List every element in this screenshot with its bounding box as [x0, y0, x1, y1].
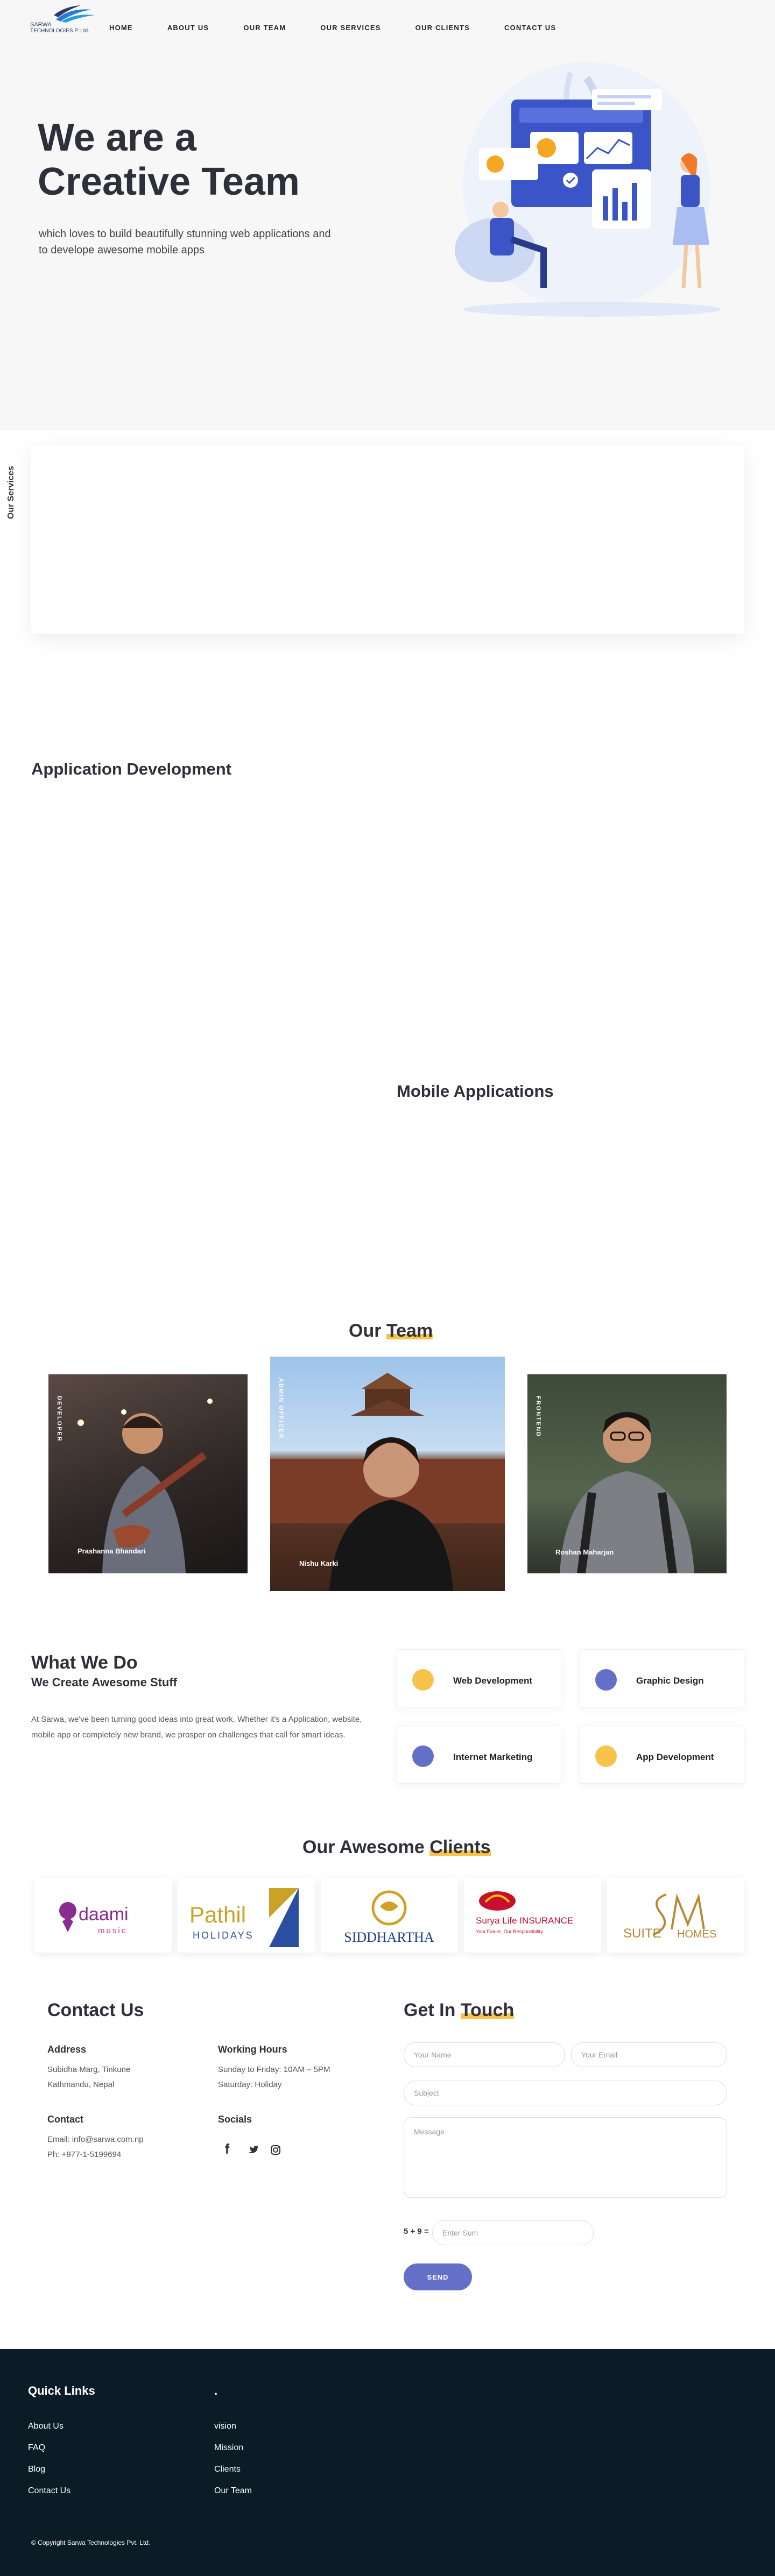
- services-vertical-label: Our Services: [6, 466, 16, 519]
- member-role: DEVELOPER: [56, 1396, 62, 1442]
- client-logo-pathil[interactable]: Pathil HOLIDAYS: [178, 1878, 315, 1953]
- pathil-sub: HOLIDAYS: [193, 1930, 254, 1941]
- get-in-touch-title: Get In Touch: [404, 2000, 515, 2020]
- surya-life-name: Surya Life INSURANCE: [476, 1915, 573, 1926]
- client-logo-surya-life[interactable]: Surya Life INSURANCE Your Future, Our Re…: [464, 1878, 601, 1953]
- contact-text: Email: info@sarwa.com.np Ph: +977-1-5199…: [47, 2132, 144, 2162]
- message-textarea[interactable]: Message: [404, 2117, 727, 2198]
- footer-link-contact-us[interactable]: Contact Us: [28, 2486, 71, 2496]
- footer-second-heading: .: [214, 2384, 218, 2397]
- logo-subname: TECHNOLOGIES P. Ltd.: [30, 28, 89, 34]
- daami-name: daami: [79, 1904, 129, 1925]
- service-app-development[interactable]: App Development: [580, 1726, 744, 1784]
- contact-us-title: Contact Us: [47, 2000, 144, 2020]
- subject-input[interactable]: Subject: [404, 2081, 727, 2105]
- app-development-icon: [595, 1745, 617, 1767]
- copyright-text: © Copyright Sarwa Technologies Pvt. Ltd.: [31, 2539, 151, 2546]
- team-member-card[interactable]: FRONTEND Roshan Maharjan: [527, 1374, 727, 1573]
- nav-home[interactable]: HOME: [109, 24, 133, 32]
- client-logo-suite-homes[interactable]: SUITE HOMES: [607, 1878, 744, 1953]
- nav-our-clients[interactable]: OUR CLIENTS: [415, 24, 470, 32]
- footer-link-clients[interactable]: Clients: [214, 2465, 241, 2474]
- pathil-logo: Pathil HOLIDAYS: [189, 1888, 299, 1947]
- daami-sub: music: [98, 1926, 127, 1935]
- footer-link-blog[interactable]: Blog: [28, 2465, 45, 2474]
- nav-our-team[interactable]: OUR TEAM: [243, 24, 286, 32]
- member-role: ADMIN OFFICER: [278, 1378, 284, 1439]
- team-dashboard-illustration: [455, 62, 721, 317]
- name-input[interactable]: Your Name: [404, 2042, 565, 2067]
- working-hours-heading: Working Hours: [218, 2044, 287, 2055]
- web-development-icon: [412, 1669, 434, 1691]
- service-internet-marketing[interactable]: Internet Marketing: [397, 1726, 561, 1784]
- what-we-do-subtitle: We Create Awesome Stuff: [31, 1676, 178, 1689]
- application-development-title: Application Development: [31, 760, 232, 778]
- member-name: Roshan Maharjan: [555, 1548, 614, 1556]
- working-hours-text: Sunday to Friday: 10AM – 5PM Saturday: H…: [218, 2065, 330, 2089]
- hero-title: We are a Creative Team: [38, 116, 300, 203]
- footer-link-vision[interactable]: vision: [214, 2422, 236, 2431]
- member-photo: [560, 1412, 694, 1573]
- top-navbar: SARWA TECHNOLOGIES P. Ltd. HOME ABOUT US…: [0, 0, 775, 48]
- surya-life-logo: Surya Life INSURANCE Your Future, Our Re…: [476, 1891, 573, 1934]
- hero-subtitle: which loves to build beautifully stunnin…: [39, 228, 331, 256]
- member-photo: [78, 1399, 213, 1573]
- client-logo-daami[interactable]: daami music: [34, 1878, 172, 1953]
- service-web-development[interactable]: Web Development: [397, 1649, 561, 1707]
- email-input[interactable]: Your Email: [571, 2042, 727, 2067]
- mobile-applications-title: Mobile Applications: [397, 1082, 554, 1101]
- team-member-card[interactable]: ADMIN OFFICER Nishu Karki: [270, 1357, 505, 1591]
- address-heading: Address: [47, 2044, 87, 2055]
- suite-name: SUITE: [623, 1926, 661, 1941]
- footer-link-mission[interactable]: Mission: [214, 2443, 243, 2453]
- services-card: [31, 445, 744, 634]
- pathil-name: Pathil: [189, 1902, 246, 1927]
- captcha-sum-label: 5 + 9 =: [404, 2227, 429, 2236]
- facebook-icon[interactable]: [221, 2142, 236, 2158]
- member-role: FRONTEND: [535, 1396, 541, 1438]
- member-name: Prashanna Bhandari: [78, 1547, 146, 1555]
- suite-homes-logo: SUITE HOMES: [623, 1893, 716, 1941]
- service-graphic-design[interactable]: Graphic Design: [580, 1649, 744, 1707]
- footer-link-about-us[interactable]: About Us: [28, 2422, 64, 2431]
- nav-contact-us[interactable]: CONTACT US: [504, 24, 556, 32]
- daami-logo: daami music: [59, 1902, 129, 1935]
- twitter-icon[interactable]: [244, 2142, 259, 2158]
- nav-our-services[interactable]: OUR SERVICES: [320, 24, 381, 32]
- footer-link-faq[interactable]: FAQ: [28, 2443, 45, 2453]
- nav-about-us[interactable]: ABOUT US: [167, 24, 209, 32]
- nav-menu: HOME ABOUT US OUR TEAM OUR SERVICES OUR …: [109, 24, 590, 32]
- contact-heading: Contact: [47, 2114, 83, 2125]
- graphic-design-icon: [595, 1669, 617, 1691]
- member-photo: [270, 1373, 505, 1591]
- logo-name: SARWA: [30, 22, 52, 28]
- quick-links-heading: Quick Links: [28, 2384, 95, 2397]
- what-we-do-title: What We Do: [31, 1652, 138, 1673]
- siddhartha-name: SIDDHARTHA: [344, 1929, 434, 1945]
- surya-life-sub: Your Future, Our Responsibility: [476, 1929, 543, 1934]
- client-logo-siddhartha[interactable]: SIDDHARTHA: [321, 1878, 458, 1953]
- logo-mark-icon: [54, 5, 95, 23]
- captcha-sum-input[interactable]: Enter Sum: [432, 2220, 594, 2245]
- member-name: Nishu Karki: [299, 1559, 339, 1567]
- team-member-card[interactable]: DEVELOPER Prashanna Bhandari: [48, 1374, 248, 1573]
- what-we-do-text: At Sarwa, we've been turning good ideas …: [31, 1715, 362, 1740]
- internet-marketing-icon: [412, 1745, 434, 1767]
- address-text: Subidha Marg, Tinkune Kathmandu, Nepal: [47, 2065, 131, 2089]
- instagram-icon[interactable]: [268, 2142, 283, 2158]
- homes-name: HOMES: [677, 1928, 716, 1940]
- siddhartha-logo: SIDDHARTHA: [344, 1890, 434, 1945]
- send-button[interactable]: SEND: [404, 2263, 472, 2290]
- hero-section: We are a Creative Team which loves to bu…: [0, 48, 775, 430]
- hero-title-highlight: Creative: [38, 160, 191, 203]
- contact-phone[interactable]: Ph: +977-1-5199694: [47, 2147, 144, 2162]
- clients-section-title: Our Awesome Clients: [302, 1837, 491, 1857]
- footer-link-our-team[interactable]: Our Team: [214, 2486, 252, 2496]
- contact-email[interactable]: Email: info@sarwa.com.np: [47, 2132, 144, 2147]
- team-section-title: Our Team: [349, 1321, 433, 1341]
- sarwa-logo[interactable]: SARWA TECHNOLOGIES P. Ltd.: [30, 5, 95, 35]
- socials-heading: Socials: [218, 2114, 252, 2125]
